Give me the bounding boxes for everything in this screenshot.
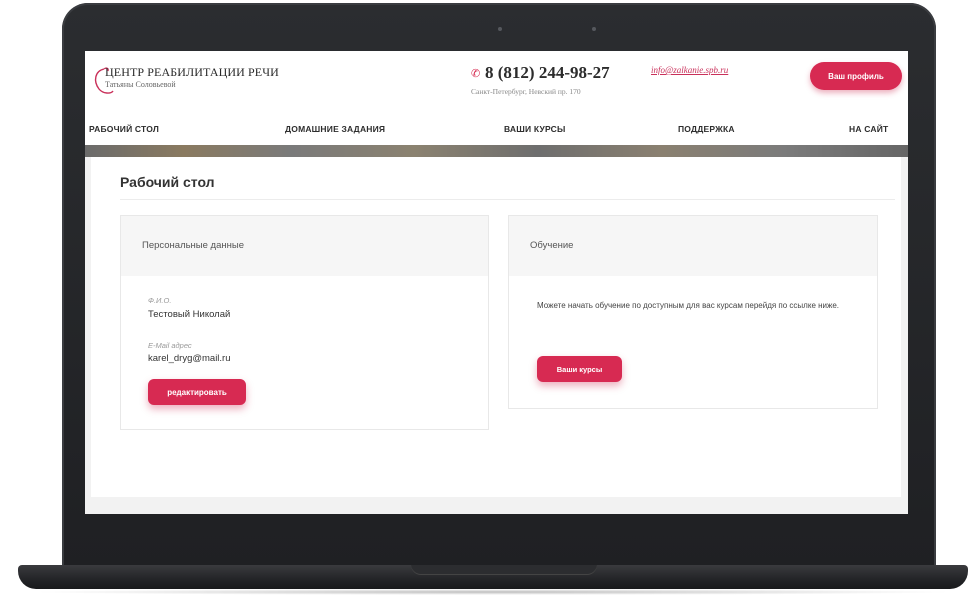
email-label: E-Mail адрес — [148, 341, 192, 350]
learning-header: Обучение — [509, 216, 877, 276]
page-title: Рабочий стол — [120, 174, 215, 190]
site-header: ЦЕНТР РЕАБИЛИТАЦИИ РЕЧИ Татьяны Соловьев… — [85, 51, 908, 113]
personal-data-header: Персональные данные — [121, 216, 488, 276]
site-logo[interactable]: ЦЕНТР РЕАБИЛИТАЦИИ РЕЧИ Татьяны Соловьев… — [91, 61, 331, 101]
logo-title: ЦЕНТР РЕАБИЛИТАЦИИ РЕЧИ — [105, 65, 279, 79]
phone-icon: ✆ — [471, 68, 481, 80]
nav-item-homework[interactable]: ДОМАШНИЕ ЗАДАНИЯ — [285, 124, 385, 134]
sensor-dot — [592, 27, 596, 31]
laptop-base — [18, 565, 968, 589]
profile-button[interactable]: Ваш профиль — [810, 62, 902, 90]
email-link[interactable]: info@zalkanie.spb.ru — [651, 65, 728, 75]
nav-item-courses[interactable]: ВАШИ КУРСЫ — [504, 124, 565, 134]
laptop-base-notch — [411, 565, 597, 575]
edit-button[interactable]: редактировать — [148, 379, 246, 405]
nav-item-support[interactable]: ПОДДЕРЖКА — [678, 124, 735, 134]
name-value: Тестовый Николай — [148, 309, 231, 320]
name-label: Ф.И.О. — [148, 296, 172, 305]
contact-block: ✆ 8 (812) 244-98-27 Санкт-Петербург, Нев… — [471, 61, 641, 101]
nav-item-to-site[interactable]: НА САЙТ — [849, 124, 888, 134]
camera-dot — [498, 27, 502, 31]
logo-subtitle: Татьяны Соловьевой — [105, 80, 176, 89]
personal-data-heading: Персональные данные — [142, 240, 244, 251]
learning-heading: Обучение — [530, 240, 574, 251]
phone-number[interactable]: 8 (812) 244-98-27 — [485, 63, 610, 83]
personal-data-panel: Персональные данные Ф.И.О. Тестовый Нико… — [120, 215, 489, 430]
your-courses-button[interactable]: Ваши курсы — [537, 356, 622, 382]
learning-description: Можете начать обучение по доступным для … — [537, 301, 840, 310]
main-nav: РАБОЧИЙ СТОЛ ДОМАШНИЕ ЗАДАНИЯ ВАШИ КУРСЫ… — [85, 113, 908, 145]
title-divider — [120, 199, 895, 200]
nav-item-dashboard[interactable]: РАБОЧИЙ СТОЛ — [89, 124, 159, 134]
address-text: Санкт-Петербург, Невский пр. 170 — [471, 87, 581, 96]
content-area: Рабочий стол Персональные данные Ф.И.О. … — [85, 157, 908, 514]
browser-screen: ЦЕНТР РЕАБИЛИТАЦИИ РЕЧИ Татьяны Соловьев… — [85, 51, 908, 514]
learning-panel: Обучение Можете начать обучение по досту… — [508, 215, 878, 409]
hero-image-strip — [85, 145, 908, 157]
email-value: karel_dryg@mail.ru — [148, 353, 231, 364]
laptop-shadow — [30, 589, 956, 595]
dashboard-card: Рабочий стол Персональные данные Ф.И.О. … — [91, 157, 901, 497]
